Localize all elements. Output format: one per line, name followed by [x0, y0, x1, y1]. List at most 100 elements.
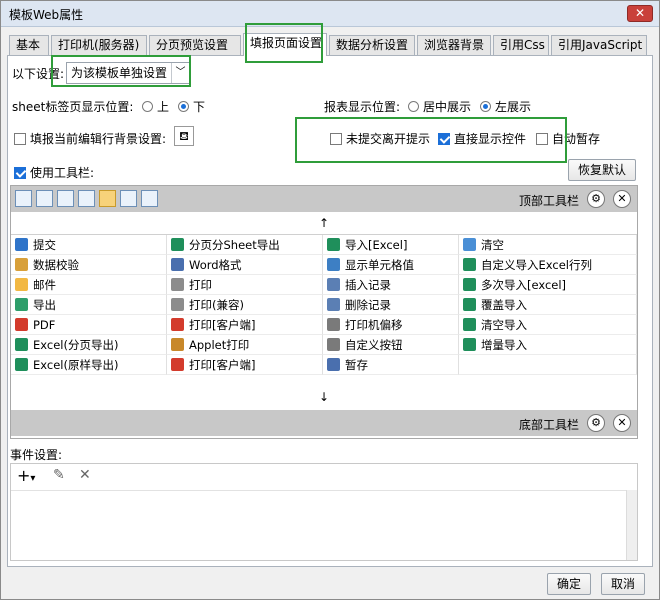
toolbar-grid-item[interactable]: Excel(原样导出) — [11, 355, 167, 375]
toolbar-item-icon — [171, 338, 184, 351]
toolbar-grid-item[interactable]: 邮件 — [11, 275, 167, 295]
toolbar-item-label: 暂存 — [345, 358, 368, 372]
pencil-icon[interactable] — [36, 190, 53, 207]
tab-1[interactable]: 打印机(服务器) — [51, 35, 147, 55]
toolbar-item-icon — [327, 278, 340, 291]
checkbox-icon[interactable] — [536, 133, 548, 145]
report-center-radio[interactable]: 居中展示 — [408, 98, 471, 115]
tab-4[interactable]: 数据分析设置 — [329, 35, 415, 55]
paint-bucket-icon[interactable]: ⛾ — [174, 126, 194, 146]
delete-icon[interactable]: ✕ — [79, 467, 91, 483]
toolbar-grid-item[interactable]: 分页分Sheet导出 — [167, 235, 323, 255]
tab-0[interactable]: 基本 — [9, 35, 49, 55]
toolbar-grid-item[interactable]: 打印[客户端] — [167, 355, 323, 375]
toolbar-item-label: 分页分Sheet导出 — [189, 238, 280, 252]
toolbar-item-icon — [463, 318, 476, 331]
toolbar-grid-item[interactable]: 提交 — [11, 235, 167, 255]
sheet-bottom-radio[interactable]: 下 — [178, 98, 205, 115]
tab-7[interactable]: 引用JavaScript — [551, 35, 647, 55]
radio-icon[interactable] — [142, 101, 153, 112]
tab-3[interactable]: 填报页面设置 — [243, 33, 327, 56]
chevron-down-icon[interactable]: ﹀ — [171, 63, 189, 83]
cancel-button[interactable]: 取消 — [601, 573, 645, 595]
toolbar-grid-item[interactable]: 清空 — [459, 235, 637, 255]
bottom-toolbar-strip: 底部工具栏 ⚙ ✕ — [11, 410, 637, 436]
report-left-radio[interactable]: 左展示 — [480, 98, 531, 115]
window-title: 模板Web属性 — [9, 8, 84, 22]
toolbar-grid-item[interactable]: 覆盖导入 — [459, 295, 637, 315]
toolbar-grid-item[interactable]: Word格式 — [167, 255, 323, 275]
toolbar-item-icon — [15, 318, 28, 331]
checkbox-icon[interactable] — [330, 133, 342, 145]
checkbox-icon[interactable] — [14, 133, 26, 145]
toolbar-item-icon — [171, 258, 184, 271]
events-panel: +▾ ✎ ✕ — [10, 463, 638, 561]
close-icon[interactable]: ✕ — [613, 190, 631, 208]
sheet-top-radio[interactable]: 上 — [142, 98, 169, 115]
restore-default-button[interactable]: 恢复默认 — [568, 159, 636, 181]
toolbar-item-icon — [463, 238, 476, 251]
add-icon[interactable]: +▾ — [17, 466, 35, 485]
export-icon[interactable] — [78, 190, 95, 207]
toolbar-item-label: 导出 — [33, 298, 56, 312]
toolbar-item-label: Excel(分页导出) — [33, 338, 119, 352]
tab-6[interactable]: 引用Css — [493, 35, 549, 55]
toolbar-item-label: 打印[客户端] — [189, 358, 256, 372]
move-down-arrow[interactable]: ↓ — [11, 390, 637, 404]
toolbar-item-icon — [171, 298, 184, 311]
toolbar-grid-item[interactable]: 打印[客户端] — [167, 315, 323, 335]
toolbar-item-label: 导入[Excel] — [345, 238, 408, 252]
unsubmitted-leave-checkbox[interactable]: 未提交离开提示 — [330, 130, 430, 147]
toolbar-grid-item[interactable]: PDF — [11, 315, 167, 335]
toolbar-grid-item[interactable]: 导入[Excel] — [323, 235, 459, 255]
insert-row-icon[interactable] — [120, 190, 137, 207]
save-icon[interactable] — [15, 190, 32, 207]
edit-icon[interactable]: ✎ — [53, 467, 65, 483]
toolbar-grid-item[interactable]: 清空导入 — [459, 315, 637, 335]
vertical-scrollbar[interactable] — [626, 490, 637, 560]
show-controls-checkbox[interactable]: 直接显示控件 — [438, 130, 526, 147]
tab-5[interactable]: 浏览器背景 — [417, 35, 491, 55]
toolbar-grid-item[interactable]: 显示单元格值 — [323, 255, 459, 275]
toolbar-grid-item[interactable]: 导出 — [11, 295, 167, 315]
radio-selected-icon[interactable] — [480, 101, 491, 112]
toolbar-grid-item[interactable]: 打印机偏移 — [323, 315, 459, 335]
fill-row-bg-checkbox[interactable]: 填报当前编辑行背景设置: — [14, 130, 166, 147]
toolbar-item-label: Word格式 — [189, 258, 242, 272]
close-button[interactable]: ✕ — [627, 5, 653, 22]
toolbar-item-label: 删除记录 — [345, 298, 391, 312]
checkbox-checked-icon[interactable] — [14, 167, 26, 179]
toolbar-grid-item[interactable]: 删除记录 — [323, 295, 459, 315]
toolbar-grid-item[interactable]: Applet打印 — [167, 335, 323, 355]
report-center-label: 居中展示 — [423, 100, 472, 114]
move-up-arrow[interactable]: ↑ — [11, 216, 637, 230]
toolbar-grid-item[interactable]: 打印 — [167, 275, 323, 295]
scope-select[interactable]: 为该模板单独设置 ﹀ — [66, 62, 190, 84]
gear-icon[interactable]: ⚙ — [587, 190, 605, 208]
ok-button[interactable]: 确定 — [547, 573, 591, 595]
radio-icon[interactable] — [408, 101, 419, 112]
window-icon[interactable] — [141, 190, 158, 207]
toolbar-grid-item[interactable]: 暂存 — [323, 355, 459, 375]
toolbar-grid-item[interactable]: 多次导入[excel] — [459, 275, 637, 295]
show-controls-label: 直接显示控件 — [454, 132, 527, 146]
toolbar-grid-item[interactable]: 打印(兼容) — [167, 295, 323, 315]
toolbar-grid-item[interactable]: 插入记录 — [323, 275, 459, 295]
toolbar-grid-item[interactable]: 自定义按钮 — [323, 335, 459, 355]
toolbar-grid-item[interactable]: 数据校验 — [11, 255, 167, 275]
toolbar-grid-item[interactable]: 自定义导入Excel行列 — [459, 255, 637, 275]
toolbar-grid-item[interactable]: 增量导入 — [459, 335, 637, 355]
tab-2[interactable]: 分页预览设置 — [149, 35, 241, 55]
report-left-label: 左展示 — [495, 100, 532, 114]
chevron-down-icon[interactable]: ▾ — [30, 473, 35, 484]
close-icon[interactable]: ✕ — [613, 414, 631, 432]
toolbar-grid-item[interactable]: Excel(分页导出) — [11, 335, 167, 355]
toolbar-item-label: 插入记录 — [345, 278, 391, 292]
checkbox-checked-icon[interactable] — [438, 133, 450, 145]
autosave-checkbox[interactable]: 自动暂存 — [536, 130, 600, 147]
print-icon[interactable] — [57, 190, 74, 207]
gear-icon[interactable]: ⚙ — [587, 414, 605, 432]
radio-selected-icon[interactable] — [178, 101, 189, 112]
mail-icon[interactable] — [99, 190, 116, 207]
use-toolbar-checkbox[interactable]: 使用工具栏: — [14, 164, 94, 181]
